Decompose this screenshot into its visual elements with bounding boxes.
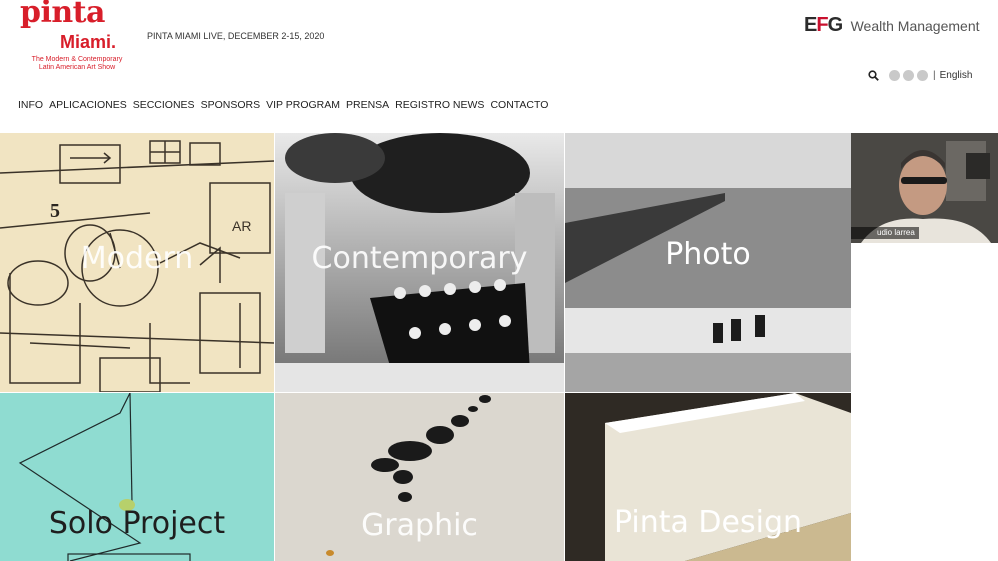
section-tile-pinta-design[interactable]: Pinta Design — [565, 393, 851, 561]
participant-name: udio larrea — [851, 227, 919, 239]
section-tile-graphic[interactable]: Graphic — [275, 393, 564, 561]
section-label-graphic: Graphic — [361, 508, 478, 543]
nav-item-aplicaciones[interactable]: APLICACIONES — [49, 99, 127, 111]
section-tile-modern[interactable]: 5 AR Modern — [0, 133, 274, 392]
section-label-pinta-design: Pinta Design — [613, 505, 803, 540]
nav-item-sponsors[interactable]: SPONSORS — [201, 99, 261, 111]
logo-city: Miami. — [60, 32, 117, 52]
sponsor-logo[interactable]: EFG Wealth Management — [804, 14, 980, 38]
logo-tagline-line1: The Modern & Contemporary — [31, 56, 123, 63]
video-call-thumbnail[interactable]: udio larrea — [851, 133, 998, 243]
nav-item-contacto[interactable]: CONTACTO — [490, 99, 548, 111]
nav-item-prensa[interactable]: PRENSA — [346, 99, 389, 111]
nav-item-secciones[interactable]: SECCIONES — [133, 99, 195, 111]
section-tile-solo-project[interactable]: Solo Project — [0, 393, 274, 561]
pinta-miami-logo[interactable]: pinta Miami. The Modern & Contemporary L… — [20, 0, 130, 80]
efg-mark: EFG — [804, 14, 843, 36]
event-dates: PINTA MIAMI LIVE, DECEMBER 2-15, 2020 — [147, 31, 325, 41]
facebook-icon[interactable] — [889, 69, 900, 81]
main-nav: INFO APLICACIONES SECCIONES SPONSORS VIP… — [18, 99, 548, 111]
search-icon[interactable] — [867, 69, 879, 81]
logo-tagline: The Modern & Contemporary Latin American… — [22, 56, 132, 72]
section-label-photo: Photo — [665, 237, 751, 272]
nav-item-registro-news[interactable]: REGISTRO NEWS — [395, 99, 484, 111]
svg-text:5: 5 — [50, 200, 60, 222]
nav-item-info[interactable]: INFO — [18, 99, 43, 111]
svg-text:AR: AR — [232, 218, 251, 234]
sponsor-text: Wealth Management — [850, 17, 980, 34]
logo-tagline-line2: Latin American Art Show — [38, 64, 116, 71]
section-label-solo-project: Solo Project — [48, 506, 226, 541]
section-label-modern: Modern — [80, 241, 194, 276]
twitter-icon[interactable] — [903, 69, 914, 81]
utility-bar: | English — [867, 68, 972, 82]
nav-item-vip-program[interactable]: VIP PROGRAM — [266, 99, 340, 111]
logo-wordmark: pinta — [20, 0, 105, 30]
section-tile-contemporary[interactable]: Contemporary — [275, 133, 564, 392]
section-label-contemporary: Contemporary — [311, 241, 528, 276]
language-selector[interactable]: English — [940, 70, 973, 81]
instagram-icon[interactable] — [917, 69, 928, 81]
utility-separator: | — [933, 69, 936, 81]
section-tile-photo[interactable]: Photo — [565, 133, 851, 392]
